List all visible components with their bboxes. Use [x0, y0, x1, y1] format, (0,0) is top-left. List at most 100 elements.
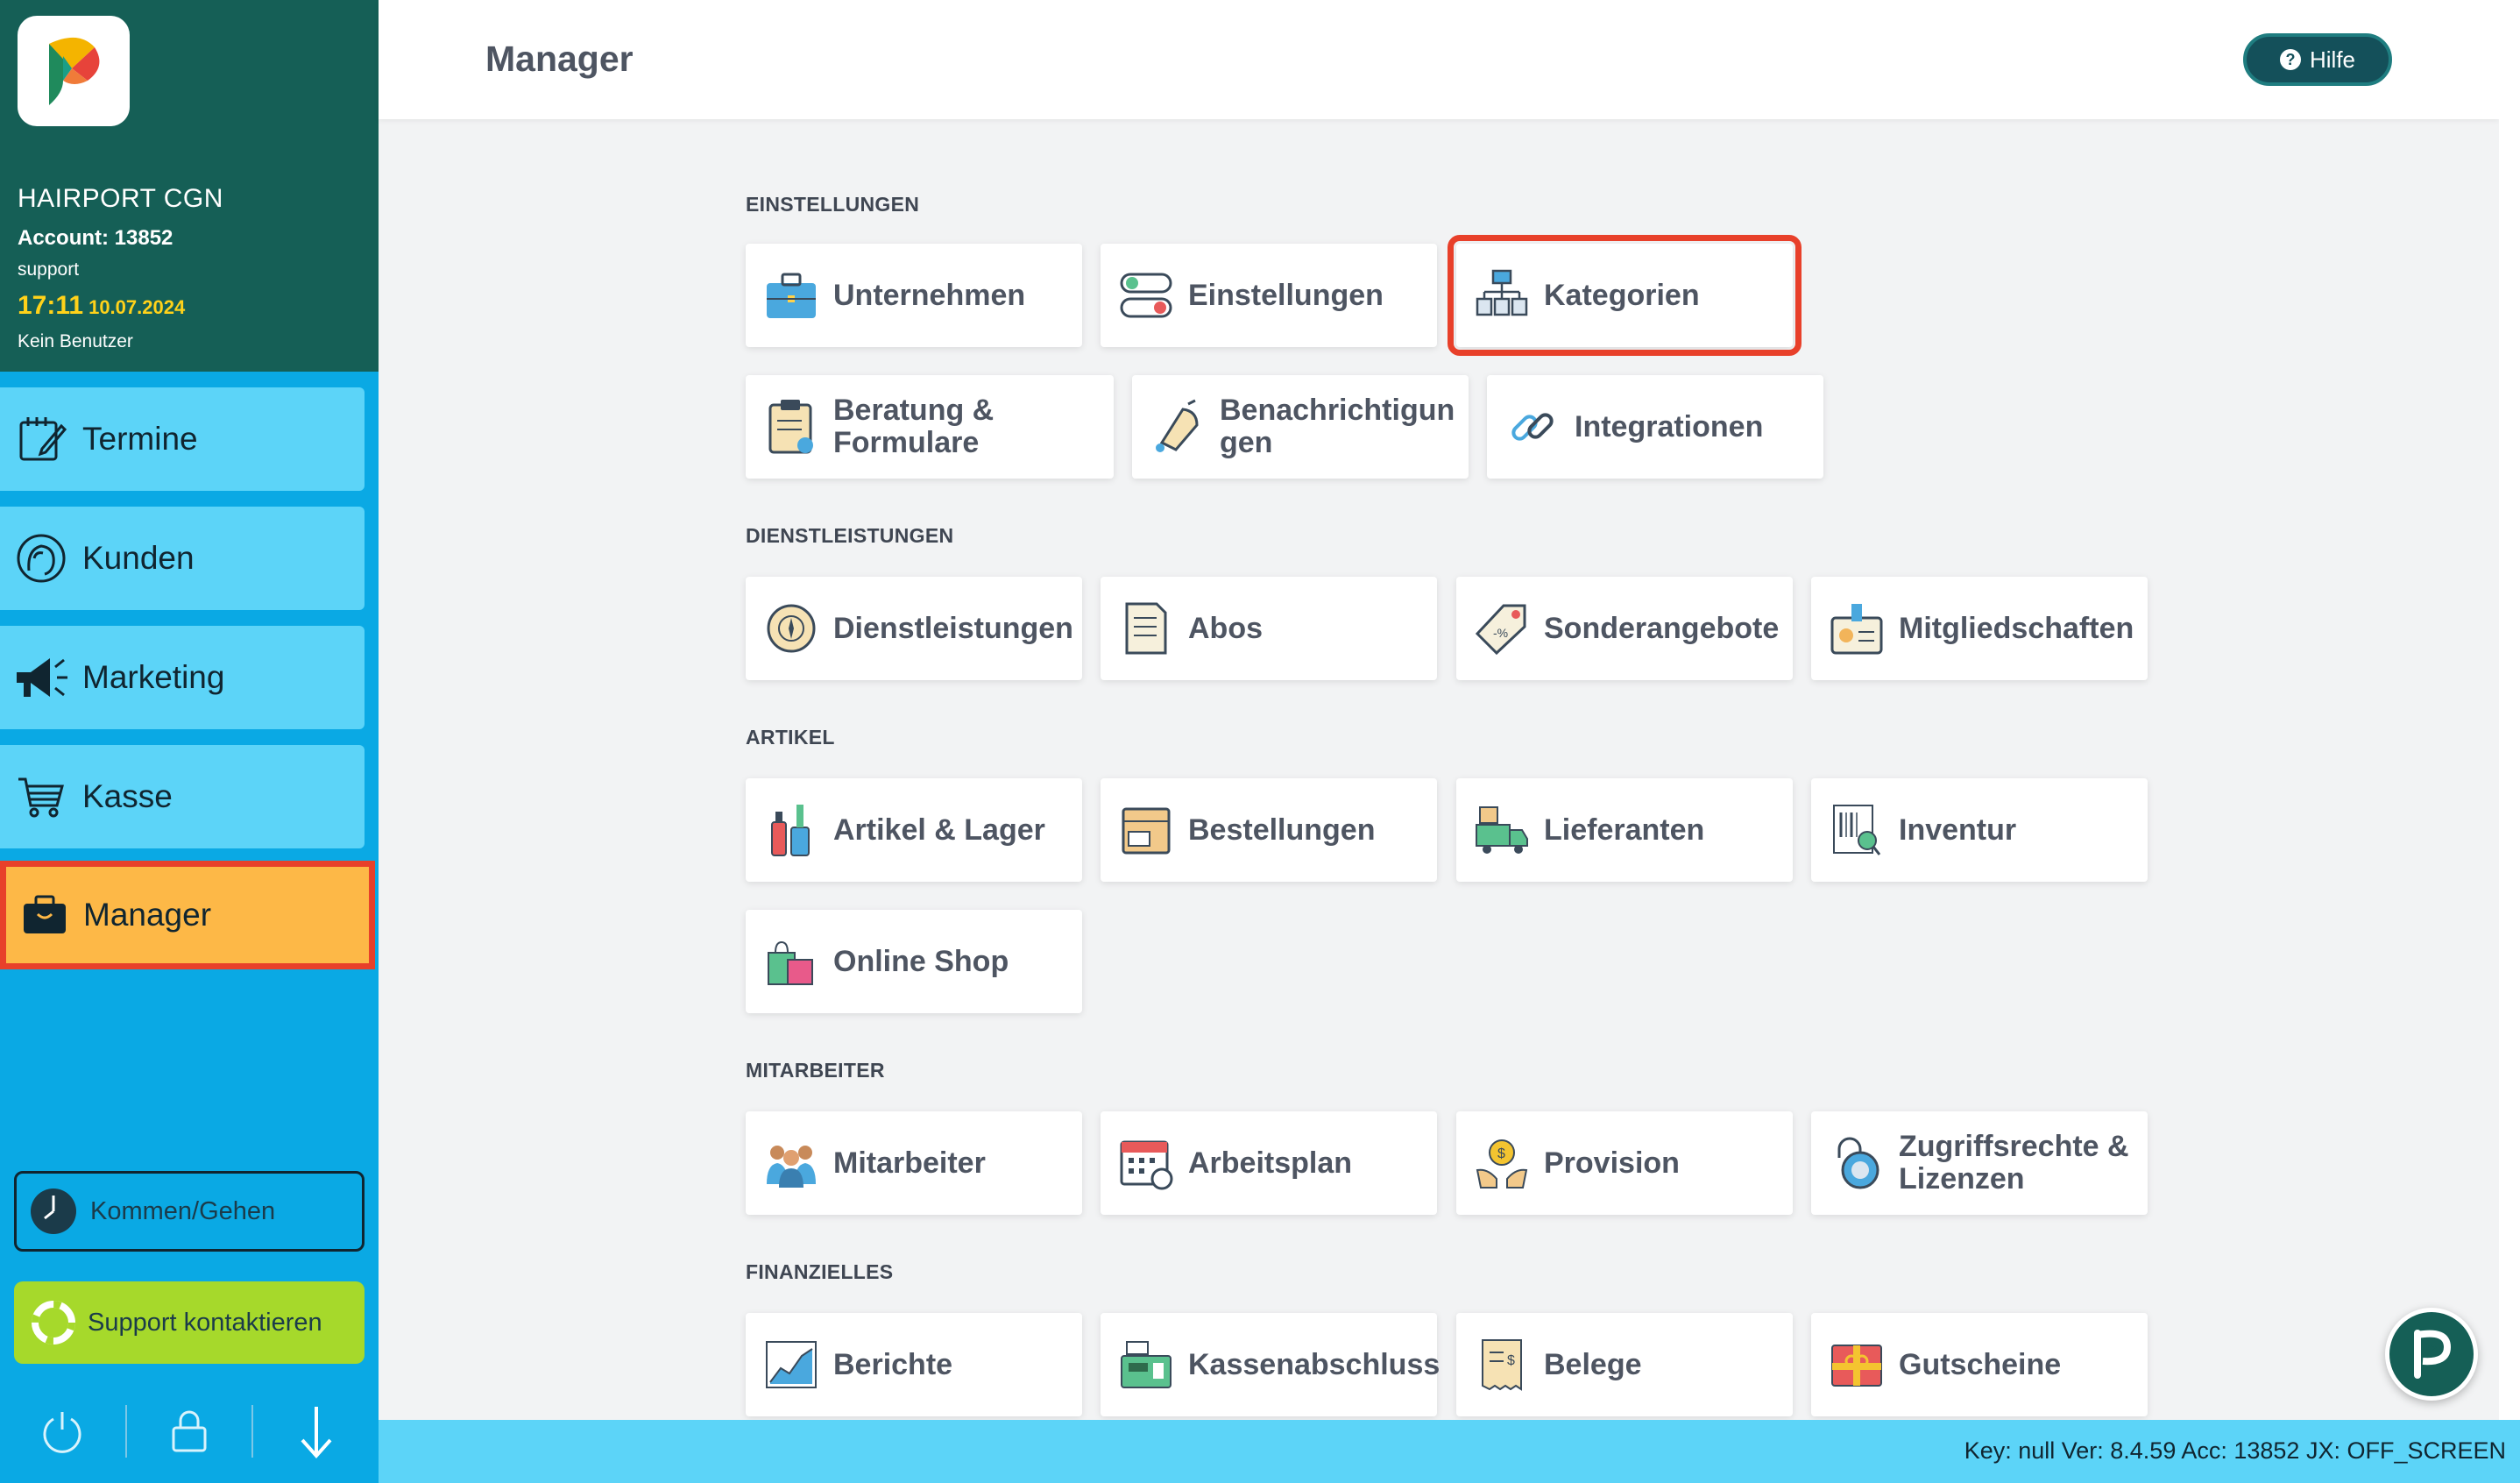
tile-label: Bestellungen [1188, 812, 1376, 847]
padlock-dial-icon [1827, 1133, 1886, 1193]
help-button[interactable]: ? Hilfe [2243, 33, 2392, 86]
tile-label: Online Shop [833, 944, 1009, 978]
clock-time: 17:11 [18, 291, 84, 320]
nav-item-kunden[interactable]: Kunden [0, 507, 365, 610]
tile-unternehmen[interactable]: Unternehmen [746, 244, 1082, 347]
tile-dienstleistungen[interactable]: Dienstleistungen [746, 577, 1082, 680]
tile-bestellungen[interactable]: Bestellungen [1101, 778, 1437, 882]
tile-abos[interactable]: Abos [1101, 577, 1437, 680]
svg-text:$: $ [1507, 1353, 1515, 1368]
document-list-icon [1116, 599, 1176, 658]
tile-mitgliedschaften[interactable]: Mitgliedschaften [1811, 577, 2148, 680]
tile-label: Benachrichtigun gen [1220, 394, 1455, 459]
brand-logo-icon [2414, 1330, 2452, 1379]
tile-label: Dienstleistungen [833, 611, 1073, 645]
clock-date: 10.07.2024 [88, 296, 186, 318]
tile-label: Belege [1544, 1347, 1642, 1381]
clock-icon [31, 1189, 76, 1234]
tile-artikel-lager[interactable]: Artikel & Lager [746, 778, 1082, 882]
bell-icon [1148, 397, 1207, 457]
tile-label: Gutscheine [1899, 1347, 2062, 1381]
tile-arbeitsplan[interactable]: Arbeitsplan [1101, 1111, 1437, 1215]
hierarchy-icon [1472, 266, 1532, 325]
cash-register-icon [1116, 1335, 1176, 1394]
tile-gutscheine[interactable]: Gutscheine [1811, 1313, 2148, 1416]
tile-kassenabschluss[interactable]: Kassenabschluss [1101, 1313, 1441, 1416]
tile-label: Einstellungen [1188, 278, 1384, 312]
nav-label-manager: Manager [83, 897, 212, 933]
line-chart-icon [761, 1335, 821, 1394]
tile-label: Unternehmen [833, 278, 1026, 312]
status-bar: Key: null Ver: 8.4.59 Acc: 13852 JX: OFF… [379, 1420, 2520, 1483]
tile-label: Zugriffsrechte & Lizenzen [1899, 1130, 2129, 1196]
contact-support-button[interactable]: Support kontaktieren [14, 1281, 365, 1364]
salon-name: HAIRPORT CGN [18, 184, 223, 213]
section-title-dienstleistungen: DIENSTLEISTUNGEN [746, 524, 954, 547]
tile-label: Artikel & Lager [833, 812, 1045, 847]
tile-belege[interactable]: $ Belege [1456, 1313, 1793, 1416]
tile-berichte[interactable]: Berichte [746, 1313, 1082, 1416]
tile-label: Provision [1544, 1146, 1680, 1180]
app-logo [18, 16, 130, 126]
tile-beratung-formulare[interactable]: Beratung & Formulare [746, 375, 1114, 479]
tile-online-shop[interactable]: Online Shop [746, 910, 1082, 1013]
arrow-down-icon[interactable] [253, 1401, 379, 1462]
current-user: support [18, 259, 80, 280]
price-tag-icon: -% [1472, 599, 1532, 658]
help-label: Hilfe [2309, 46, 2355, 73]
lifebuoy-icon [32, 1301, 75, 1345]
tile-einstellungen[interactable]: Einstellungen [1101, 244, 1437, 347]
clock-display: 17:11 10.07.2024 [18, 291, 185, 321]
nav-item-manager[interactable]: Manager [0, 861, 375, 969]
tile-zugriffsrechte-lizenzen[interactable]: Zugriffsrechte & Lizenzen [1811, 1111, 2148, 1215]
gift-voucher-icon [1827, 1335, 1886, 1394]
shopping-cart-icon [0, 774, 82, 820]
sidebar: HAIRPORT CGN Account: 13852 support 17:1… [0, 0, 379, 1483]
lock-icon[interactable] [127, 1401, 252, 1462]
tile-label: Kassenabschluss [1188, 1347, 1441, 1381]
nav-label-kunden: Kunden [82, 540, 195, 576]
tile-label: Mitgliedschaften [1899, 611, 2134, 645]
power-icon[interactable] [0, 1401, 125, 1462]
tile-label: Arbeitsplan [1188, 1146, 1353, 1180]
sidebar-bottom-actions [0, 1392, 379, 1471]
tile-sonderangebote[interactable]: -% Sonderangebote [1456, 577, 1793, 680]
cosmetic-bottles-icon [761, 800, 821, 860]
nav-item-kasse[interactable]: Kasse [0, 745, 365, 848]
chain-link-icon [1503, 397, 1562, 457]
briefcase-icon [761, 266, 821, 325]
tile-benachrichtigungen[interactable]: Benachrichtigun gen [1132, 375, 1469, 479]
tile-label: Mitarbeiter [833, 1146, 986, 1180]
scrollbar[interactable] [2499, 0, 2520, 1420]
tile-label: Sonderangebote [1544, 611, 1780, 645]
question-icon: ? [2279, 49, 2301, 70]
compass-badge-icon [761, 599, 821, 658]
nav-label-kasse: Kasse [82, 778, 173, 814]
tile-inventur[interactable]: Inventur [1811, 778, 2148, 882]
tile-label: Integrationen [1575, 409, 1764, 443]
tile-provision[interactable]: $ Provision [1456, 1111, 1793, 1215]
chat-support-fab[interactable] [2385, 1308, 2478, 1401]
page-title: Manager [485, 39, 634, 79]
tile-mitarbeiter[interactable]: Mitarbeiter [746, 1111, 1082, 1215]
tile-label: Abos [1188, 611, 1263, 645]
shopping-bags-icon [761, 932, 821, 991]
section-title-finanzielles: FINANZIELLES [746, 1260, 894, 1283]
customer-head-icon [0, 532, 82, 585]
svg-text:-%: -% [1493, 626, 1508, 640]
tile-lieferanten[interactable]: Lieferanten [1456, 778, 1793, 882]
status-text: Key: null Ver: 8.4.59 Acc: 13852 JX: OFF… [1964, 1437, 2506, 1464]
nav-item-termine[interactable]: Termine [0, 387, 365, 491]
package-box-icon [1116, 800, 1176, 860]
delivery-truck-icon [1472, 800, 1532, 860]
barcode-scan-icon [1827, 800, 1886, 860]
toggle-switch-icon [1116, 266, 1176, 325]
tile-kategorien[interactable]: Kategorien [1448, 235, 1802, 356]
tile-integrationen[interactable]: Integrationen [1487, 375, 1823, 479]
megaphone-icon [0, 651, 82, 704]
nav-item-marketing[interactable]: Marketing [0, 626, 365, 729]
clock-in-out-label: Kommen/Gehen [90, 1196, 276, 1225]
tile-label: Berichte [833, 1347, 953, 1381]
clock-in-out-button[interactable]: Kommen/Gehen [14, 1171, 365, 1252]
svg-text:$: $ [1497, 1146, 1505, 1161]
